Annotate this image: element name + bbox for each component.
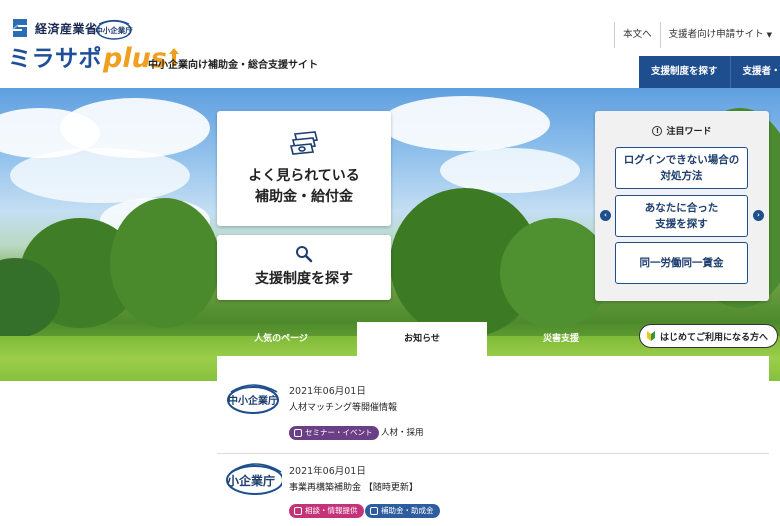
chat-icon (294, 507, 302, 515)
popular-card-title-line2: 補助金・給付金 (255, 188, 353, 205)
cloud (380, 96, 550, 151)
tag-label: 補助金・助成金 (381, 506, 434, 515)
news-date: 2021年06月01日 (289, 386, 366, 397)
keyword-login-help[interactable]: ログインできない場合の 対処方法 (615, 147, 748, 189)
money-stack-icon (289, 130, 319, 155)
panel-heading: 注目ワード (666, 127, 712, 137)
tab-news[interactable]: お知らせ (357, 322, 487, 356)
sme-agency-logo-icon: 小企業庁 (226, 463, 282, 495)
ministry-name: 経済産業省 (35, 21, 98, 36)
skip-to-content-label: 本文へ (623, 29, 652, 40)
tag-consultation[interactable]: 相談・情報提供 (289, 504, 364, 518)
nav-find-support[interactable]: 支援制度を探す (639, 56, 731, 88)
meti-mark-icon (12, 19, 27, 37)
news-item[interactable]: 小企業庁 2021年06月01日 事業再構築補助金 【随時更新】 相談・情報提供… (217, 453, 769, 518)
nav-supporters[interactable]: 支援者・支 (730, 56, 780, 88)
sme-agency-logo-icon: 中小企業庁 (227, 384, 279, 414)
skip-to-content-link[interactable]: 本文へ (614, 22, 660, 48)
caret-down-icon: ▼ (766, 31, 772, 39)
brand-mira-text: ミラサポ (8, 46, 102, 72)
supporter-application-label: 支援者向け申請サイト (668, 29, 764, 40)
news-date: 2021年06月01日 (289, 466, 366, 477)
tag-label: セミナー・イベント (305, 428, 373, 437)
supporter-application-link[interactable]: 支援者向け申請サイト ▼ (659, 22, 780, 48)
search-card-title: 支援制度を探す (255, 271, 353, 287)
tag-seminar-event[interactable]: セミナー・イベント (289, 426, 379, 440)
tree (500, 218, 610, 328)
site-subtitle: 中小企業向け補助金・総合支援サイト (148, 60, 318, 71)
page: 経済産業省 中小企業庁 ミラサポ plus 中小企業向け補助金・総合支援サイト … (0, 0, 780, 526)
keyword-1-line2: 対処方法 (660, 170, 703, 182)
content-tabs: 人気のページ お知らせ 災害支援 (217, 322, 587, 356)
sme-small-text: 中小企業庁 (95, 25, 133, 35)
next-arrow-icon[interactable]: › (753, 210, 764, 221)
featured-keywords-panel: ! 注目ワード ログインできない場合の 対処方法 あなたに合った 支援を探す 同… (595, 111, 769, 301)
beginner-mark-icon (647, 331, 655, 341)
search-support-card[interactable]: 支援制度を探す (217, 235, 391, 300)
coin-icon (370, 507, 378, 515)
keyword-2-line1: あなたに合った (644, 202, 719, 214)
meti-logo[interactable]: 経済産業省 (10, 17, 98, 39)
news-list: 中小企業庁 2021年06月01日 人材マッチング等開催情報 セミナー・イベント… (217, 356, 769, 526)
tree (110, 198, 220, 328)
keyword-find-support[interactable]: あなたに合った 支援を探す (615, 195, 748, 237)
search-icon (296, 246, 313, 263)
keyword-equal-pay[interactable]: 同一労働同一賃金 (615, 242, 748, 284)
keyword-2-line2: 支援を探す (655, 218, 708, 230)
news-1-logo-text: 中小企業庁 (228, 394, 278, 407)
tag-label: 相談・情報提供 (305, 506, 358, 515)
first-time-user-button[interactable]: はじめてご利用になる方へ (639, 324, 779, 348)
news-title[interactable]: 人材マッチング等開催情報 (289, 400, 397, 413)
news-2-logo-text: 小企業庁 (227, 473, 275, 488)
info-icon: ! (652, 125, 663, 136)
keyword-1-line1: ログインできない場合の (623, 154, 740, 166)
popular-card-title-line1: よく見られている (248, 167, 360, 184)
tab-popular-pages[interactable]: 人気のページ (217, 322, 345, 356)
cloud (10, 148, 190, 203)
sme-agency-logo-icon[interactable]: 中小企業庁 (95, 17, 133, 41)
site-header: 経済産業省 中小企業庁 ミラサポ plus 中小企業向け補助金・総合支援サイト … (0, 0, 780, 88)
main-nav: 支援制度を探す 支援者・支 (639, 56, 780, 88)
panel-header: ! 注目ワード (595, 124, 769, 137)
tab-disaster-support[interactable]: 災害支援 (497, 322, 625, 356)
keyword-3-line1: 同一労働同一賃金 (639, 257, 724, 269)
news-category: 人材・採用 (381, 428, 424, 438)
prev-arrow-icon[interactable]: ‹ (600, 210, 611, 221)
tag-subsidy[interactable]: 補助金・助成金 (365, 504, 440, 518)
utility-nav: 本文へ 支援者向け申請サイト ▼ (614, 22, 780, 48)
cloud (440, 148, 580, 193)
calendar-icon (294, 429, 302, 437)
news-title[interactable]: 事業再構築補助金 【随時更新】 (289, 480, 418, 493)
first-time-label: はじめてご利用になる方へ (660, 332, 769, 343)
popular-subsidies-card[interactable]: よく見られている 補助金・給付金 (217, 111, 391, 226)
